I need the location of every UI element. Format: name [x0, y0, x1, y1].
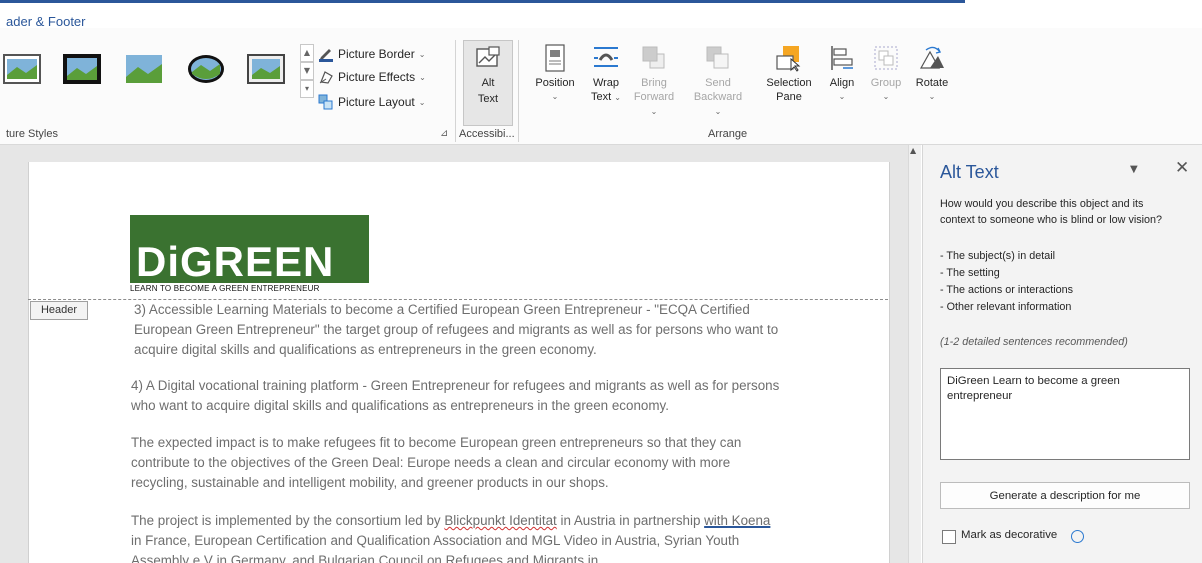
picture-effects-button[interactable]: Picture Effects ⌄: [318, 67, 426, 87]
bring-forward-icon: [642, 46, 665, 69]
logo-tagline: LEARN TO BECOME A GREEN ENTREPRENEUR: [130, 284, 320, 293]
align-button[interactable]: Align ⌄: [822, 44, 862, 104]
picture-style-5[interactable]: [246, 52, 286, 86]
picture-style-2[interactable]: [62, 52, 102, 86]
gallery-scroll-up[interactable]: ▲: [300, 44, 314, 62]
picture-style-1[interactable]: [2, 52, 42, 86]
mark-decorative-checkbox[interactable]: [942, 530, 956, 544]
generate-description-button[interactable]: Generate a description for me: [940, 482, 1190, 509]
bring-forward-button[interactable]: Bring Forward ⌄: [630, 44, 678, 119]
alt-text-button[interactable]: Alt Text: [463, 40, 513, 126]
wrap-text-button[interactable]: Wrap Text ⌄: [583, 44, 629, 105]
grammar-flagged-text[interactable]: with Koena: [704, 513, 770, 528]
gallery-scroll-down[interactable]: ▼: [300, 62, 314, 80]
send-backward-button[interactable]: Send Backward ⌄: [690, 44, 746, 119]
tab-header-footer[interactable]: ader & Footer: [6, 14, 86, 29]
picture-style-4[interactable]: [186, 52, 226, 86]
pane-bullet: - The actions or interactions: [940, 284, 1074, 296]
effects-icon: [319, 71, 333, 84]
selection-pane-button[interactable]: Selection Pane: [762, 44, 816, 104]
scroll-up-arrow-icon[interactable]: ▲: [910, 146, 916, 155]
picture-styles-gallery: [0, 28, 300, 128]
wrap-text-icon: [594, 47, 618, 67]
rotate-icon: [919, 46, 944, 69]
picture-layout-button[interactable]: Picture Layout ⌄: [318, 92, 425, 112]
logo-text: DiGREEN: [136, 238, 335, 285]
group-icon: [874, 46, 898, 70]
vertical-scrollbar[interactable]: [908, 145, 921, 563]
pane-bullet: - Other relevant information: [940, 301, 1072, 313]
pane-bullet: - The setting: [940, 267, 1000, 279]
alt-text-input[interactable]: [940, 368, 1190, 460]
group-button[interactable]: Group ⌄: [866, 44, 906, 104]
group-label-picture-styles: ture Styles: [6, 128, 58, 140]
info-icon[interactable]: [1071, 530, 1084, 543]
paragraph-1[interactable]: 3) Accessible Learning Materials to beco…: [134, 300, 784, 360]
group-label-arrange: Arrange: [708, 128, 748, 140]
group-separator: [455, 40, 456, 142]
align-icon: [831, 46, 853, 70]
title-bar-accent: [0, 0, 965, 3]
picture-style-3[interactable]: [124, 52, 164, 86]
alt-text-icon: [476, 46, 500, 67]
paragraph-3[interactable]: The expected impact is to make refugees …: [131, 433, 781, 493]
layout-icon: [318, 94, 333, 110]
paragraph-2[interactable]: 4) A Digital vocational training platfor…: [131, 376, 781, 416]
pen-icon: [319, 49, 333, 62]
selection-pane-icon: [776, 46, 801, 72]
position-button[interactable]: Position ⌄: [530, 44, 580, 104]
pane-title: Alt Text: [940, 162, 999, 182]
pane-options-dropdown-icon[interactable]: ▼: [1130, 164, 1138, 175]
rotate-button[interactable]: Rotate ⌄: [910, 44, 954, 104]
pane-bullet: - The subject(s) in detail: [940, 250, 1056, 262]
paragraph-4[interactable]: The project is implemented by the consor…: [131, 511, 781, 563]
group-separator: [518, 40, 519, 142]
position-icon: [545, 44, 565, 72]
picture-border-button[interactable]: Picture Border ⌄: [318, 44, 425, 64]
close-icon[interactable]: ✕: [1175, 158, 1189, 178]
group-label-accessibility: Accessibi...: [459, 128, 515, 140]
mark-decorative-label[interactable]: Mark as decorative: [961, 529, 1057, 541]
misspelled-word[interactable]: Blickpunkt Identitat: [444, 513, 556, 528]
send-backward-icon: [706, 46, 729, 69]
pane-instructions: How would you describe this object and i…: [940, 198, 1163, 226]
gallery-more[interactable]: ▾: [300, 80, 314, 98]
header-tag[interactable]: Header: [30, 301, 88, 320]
pane-recommendation: (1-2 detailed sentences recommended): [940, 336, 1128, 348]
